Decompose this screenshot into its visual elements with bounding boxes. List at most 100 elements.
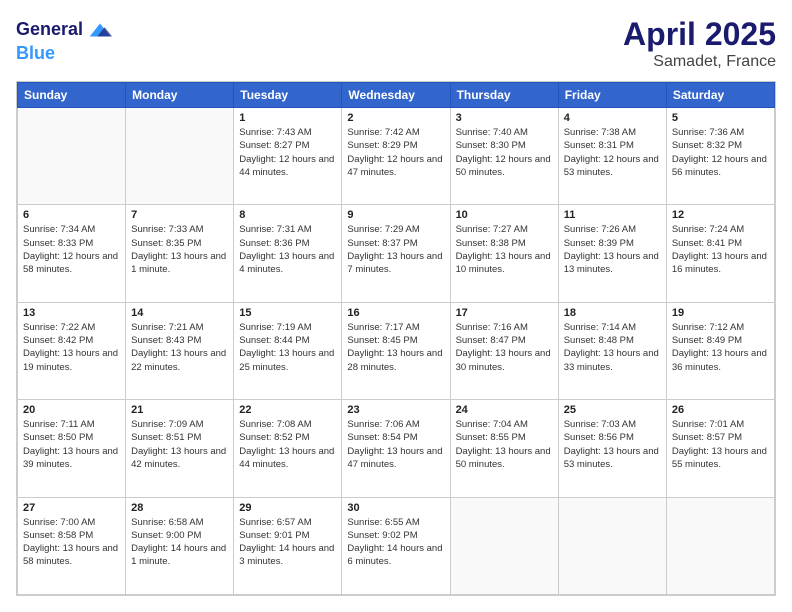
calendar-cell: [450, 497, 558, 594]
day-number: 8: [239, 209, 336, 221]
calendar-cell: 15Sunrise: 7:19 AM Sunset: 8:44 PM Dayli…: [234, 302, 342, 399]
day-number: 7: [131, 209, 228, 221]
day-number: 29: [239, 502, 336, 514]
calendar-cell: 11 Sunrise: 7:26 AM Sunset: 8:39 PM Dayli…: [558, 205, 666, 302]
calendar-cell: 13Sunrise: 7:22 AM Sunset: 8:42 PM Dayli…: [18, 302, 126, 399]
calendar-cell: 18Sunrise: 7:14 AM Sunset: 8:48 PM Dayli…: [558, 302, 666, 399]
calendar-week-1: 1 Sunrise: 7:43 AM Sunset: 8:27 PM Daylig…: [18, 108, 775, 205]
calendar-cell: 26 Sunrise: 7:01 AM Sunset: 8:57 PM Dayli…: [666, 400, 774, 497]
logo-text-blue: Blue: [16, 44, 114, 64]
calendar-cell: 14Sunrise: 7:21 AM Sunset: 8:43 PM Dayli…: [126, 302, 234, 399]
day-info: Sunrise: 7:31 AM Sunset: 8:36 PM Dayligh…: [239, 223, 336, 276]
day-number: 14: [131, 307, 228, 319]
day-number: 10: [456, 209, 553, 221]
calendar-cell: 28 Sunrise: 6:58 AM Sunset: 9:00 PM Dayli…: [126, 497, 234, 594]
day-info: Sunrise: 7:06 AM Sunset: 8:54 PM Dayligh…: [347, 418, 444, 471]
calendar-cell: 8 Sunrise: 7:31 AM Sunset: 8:36 PM Daylig…: [234, 205, 342, 302]
day-number: 12: [672, 209, 769, 221]
col-saturday: Saturday: [666, 83, 774, 108]
day-number: 26: [672, 404, 769, 416]
day-info: Sunrise: 7:04 AM Sunset: 8:55 PM Dayligh…: [456, 418, 553, 471]
day-number: 17: [456, 307, 553, 319]
day-number: 22: [239, 404, 336, 416]
calendar-week-2: 6 Sunrise: 7:34 AM Sunset: 8:33 PM Daylig…: [18, 205, 775, 302]
calendar-cell: 9 Sunrise: 7:29 AM Sunset: 8:37 PM Daylig…: [342, 205, 450, 302]
logo-text: General: [16, 20, 83, 40]
calendar-cell: 23 Sunrise: 7:06 AM Sunset: 8:54 PM Dayli…: [342, 400, 450, 497]
day-info: Sunrise: 7:43 AM Sunset: 8:27 PM Dayligh…: [239, 126, 336, 179]
day-number: 6: [23, 209, 120, 221]
day-info: Sunrise: 7:08 AM Sunset: 8:52 PM Dayligh…: [239, 418, 336, 471]
day-info: Sunrise: 7:03 AM Sunset: 8:56 PM Dayligh…: [564, 418, 661, 471]
day-info: Sunrise: 7:24 AM Sunset: 8:41 PM Dayligh…: [672, 223, 769, 276]
day-number: 20: [23, 404, 120, 416]
logo-icon: [86, 16, 114, 44]
calendar: Sunday Monday Tuesday Wednesday Thursday…: [16, 81, 776, 596]
calendar-cell: [18, 108, 126, 205]
calendar-table: Sunday Monday Tuesday Wednesday Thursday…: [17, 82, 775, 595]
calendar-header-row: Sunday Monday Tuesday Wednesday Thursday…: [18, 83, 775, 108]
calendar-cell: 30Sunrise: 6:55 AM Sunset: 9:02 PM Dayli…: [342, 497, 450, 594]
day-number: 9: [347, 209, 444, 221]
calendar-cell: 27Sunrise: 7:00 AM Sunset: 8:58 PM Dayli…: [18, 497, 126, 594]
day-info: Sunrise: 7:38 AM Sunset: 8:31 PM Dayligh…: [564, 126, 661, 179]
calendar-cell: [558, 497, 666, 594]
day-info: Sunrise: 7:16 AM Sunset: 8:47 PM Dayligh…: [456, 321, 553, 374]
day-number: 27: [23, 502, 120, 514]
title-block: April 2025 Samadet, France: [623, 16, 776, 71]
day-number: 1: [239, 112, 336, 124]
calendar-cell: [126, 108, 234, 205]
calendar-cell: 6 Sunrise: 7:34 AM Sunset: 8:33 PM Daylig…: [18, 205, 126, 302]
day-number: 4: [564, 112, 661, 124]
calendar-cell: 19Sunrise: 7:12 AM Sunset: 8:49 PM Dayli…: [666, 302, 774, 399]
calendar-cell: 20 Sunrise: 7:11 AM Sunset: 8:50 PM Dayli…: [18, 400, 126, 497]
calendar-cell: 3 Sunrise: 7:40 AM Sunset: 8:30 PM Daylig…: [450, 108, 558, 205]
calendar-week-5: 27Sunrise: 7:00 AM Sunset: 8:58 PM Dayli…: [18, 497, 775, 594]
day-number: 16: [347, 307, 444, 319]
day-info: Sunrise: 7:14 AM Sunset: 8:48 PM Dayligh…: [564, 321, 661, 374]
calendar-cell: 22 Sunrise: 7:08 AM Sunset: 8:52 PM Dayli…: [234, 400, 342, 497]
day-info: Sunrise: 7:19 AM Sunset: 8:44 PM Dayligh…: [239, 321, 336, 374]
day-info: Sunrise: 7:34 AM Sunset: 8:33 PM Dayligh…: [23, 223, 120, 276]
page: General Blue April 2025 Samadet, France …: [0, 0, 792, 612]
day-info: Sunrise: 7:09 AM Sunset: 8:51 PM Dayligh…: [131, 418, 228, 471]
col-tuesday: Tuesday: [234, 83, 342, 108]
day-number: 23: [347, 404, 444, 416]
header: General Blue April 2025 Samadet, France: [16, 16, 776, 71]
day-number: 11: [564, 209, 661, 221]
day-info: Sunrise: 7:36 AM Sunset: 8:32 PM Dayligh…: [672, 126, 769, 179]
calendar-cell: 1 Sunrise: 7:43 AM Sunset: 8:27 PM Daylig…: [234, 108, 342, 205]
day-info: Sunrise: 7:40 AM Sunset: 8:30 PM Dayligh…: [456, 126, 553, 179]
day-info: Sunrise: 7:26 AM Sunset: 8:39 PM Dayligh…: [564, 223, 661, 276]
day-info: Sunrise: 7:17 AM Sunset: 8:45 PM Dayligh…: [347, 321, 444, 374]
day-info: Sunrise: 6:55 AM Sunset: 9:02 PM Dayligh…: [347, 516, 444, 569]
calendar-cell: 29Sunrise: 6:57 AM Sunset: 9:01 PM Dayli…: [234, 497, 342, 594]
day-number: 2: [347, 112, 444, 124]
day-info: Sunrise: 7:11 AM Sunset: 8:50 PM Dayligh…: [23, 418, 120, 471]
calendar-cell: 25Sunrise: 7:03 AM Sunset: 8:56 PM Dayli…: [558, 400, 666, 497]
calendar-cell: [666, 497, 774, 594]
calendar-cell: 10 Sunrise: 7:27 AM Sunset: 8:38 PM Dayli…: [450, 205, 558, 302]
day-number: 28: [131, 502, 228, 514]
calendar-cell: 5Sunrise: 7:36 AM Sunset: 8:32 PM Daylig…: [666, 108, 774, 205]
calendar-cell: 21Sunrise: 7:09 AM Sunset: 8:51 PM Dayli…: [126, 400, 234, 497]
day-number: 24: [456, 404, 553, 416]
day-info: Sunrise: 7:27 AM Sunset: 8:38 PM Dayligh…: [456, 223, 553, 276]
day-info: Sunrise: 7:29 AM Sunset: 8:37 PM Dayligh…: [347, 223, 444, 276]
logo: General Blue: [16, 16, 114, 64]
col-thursday: Thursday: [450, 83, 558, 108]
day-info: Sunrise: 6:58 AM Sunset: 9:00 PM Dayligh…: [131, 516, 228, 569]
day-info: Sunrise: 7:01 AM Sunset: 8:57 PM Dayligh…: [672, 418, 769, 471]
day-info: Sunrise: 7:42 AM Sunset: 8:29 PM Dayligh…: [347, 126, 444, 179]
month-title: April 2025: [623, 16, 776, 53]
calendar-cell: 16 Sunrise: 7:17 AM Sunset: 8:45 PM Dayli…: [342, 302, 450, 399]
calendar-cell: 7Sunrise: 7:33 AM Sunset: 8:35 PM Daylig…: [126, 205, 234, 302]
calendar-cell: 17 Sunrise: 7:16 AM Sunset: 8:47 PM Dayli…: [450, 302, 558, 399]
calendar-week-3: 13Sunrise: 7:22 AM Sunset: 8:42 PM Dayli…: [18, 302, 775, 399]
calendar-cell: 24 Sunrise: 7:04 AM Sunset: 8:55 PM Dayli…: [450, 400, 558, 497]
col-wednesday: Wednesday: [342, 83, 450, 108]
day-number: 13: [23, 307, 120, 319]
day-number: 3: [456, 112, 553, 124]
col-friday: Friday: [558, 83, 666, 108]
location-title: Samadet, France: [623, 53, 776, 71]
